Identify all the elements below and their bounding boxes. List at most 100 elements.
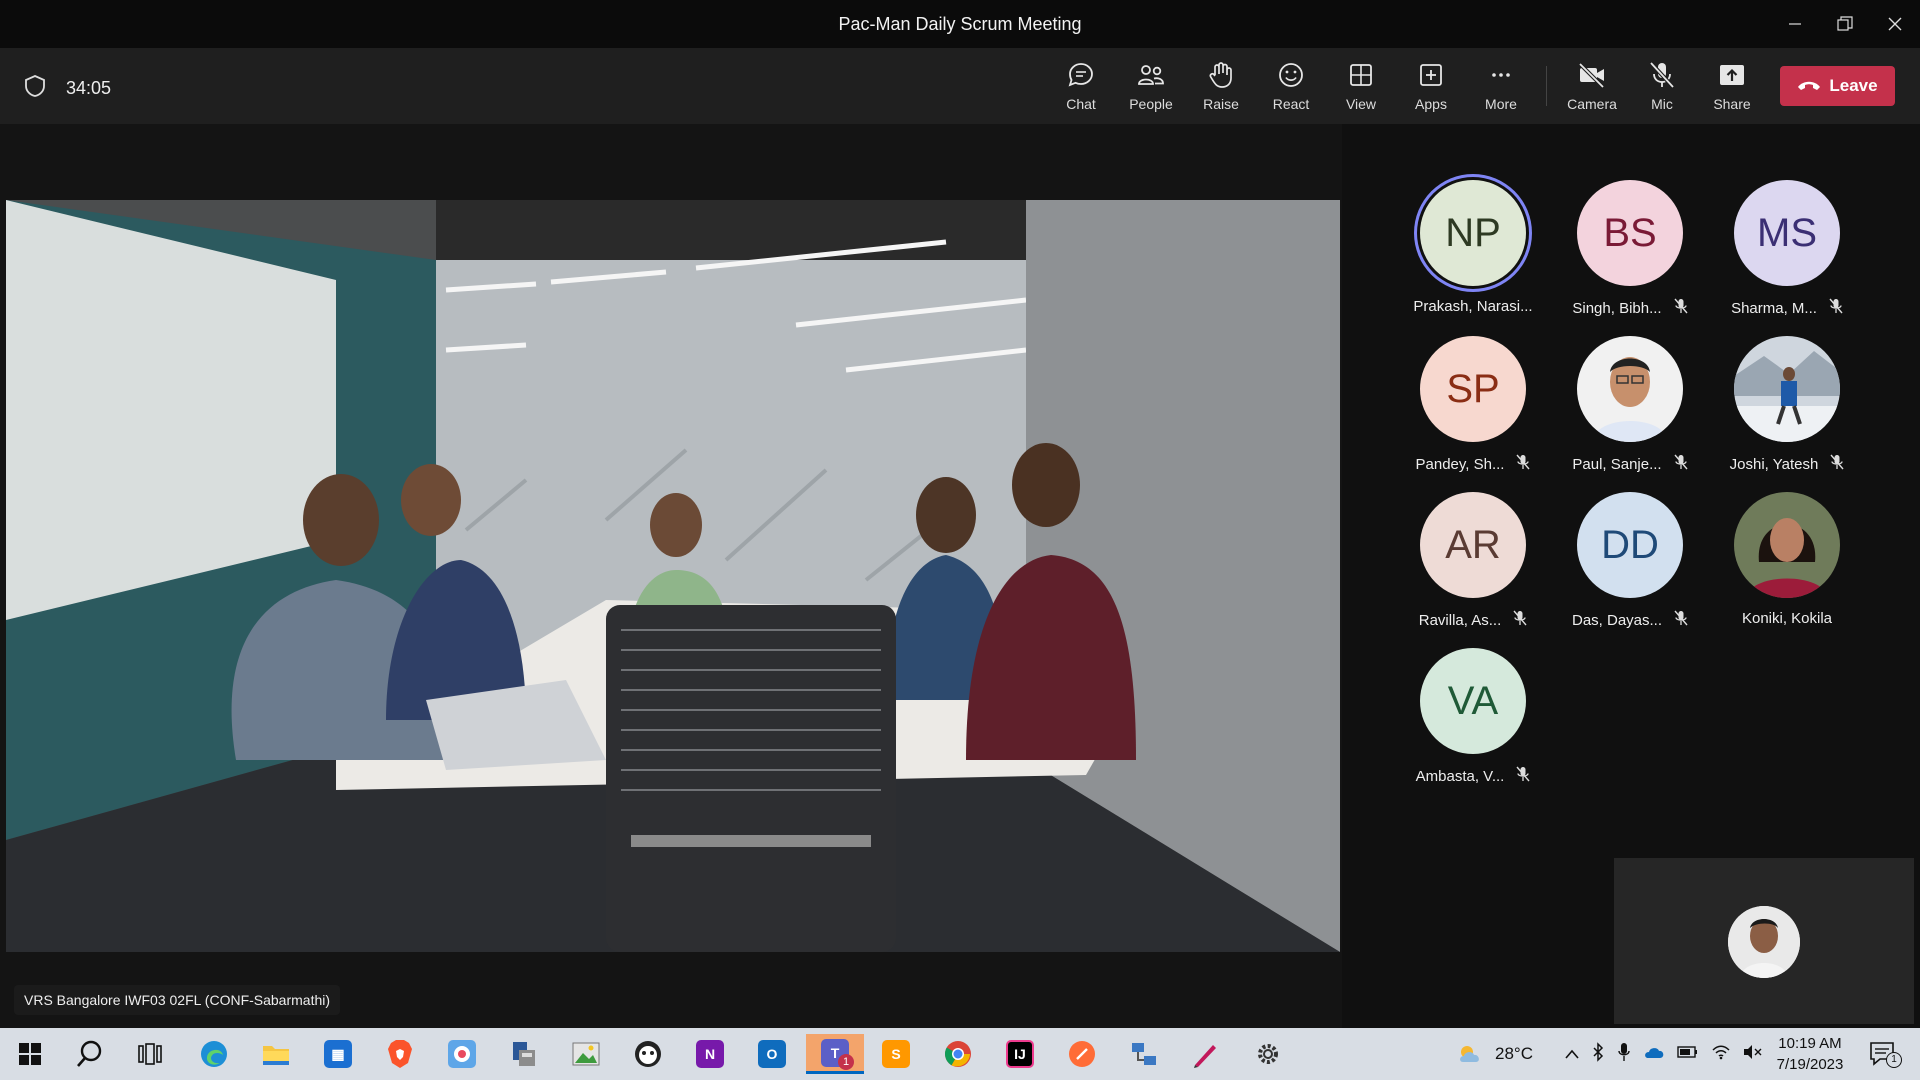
sublime-icon: S [882,1040,910,1068]
more-label: More [1485,96,1517,112]
notification-center-button[interactable]: 1 [1868,1028,1902,1080]
people-icon [1138,65,1164,85]
window-title: Pac-Man Daily Scrum Meeting [838,13,1082,34]
taskbar-chrome[interactable] [932,1034,984,1074]
leave-button[interactable]: Leave [1780,66,1895,106]
taskbar-intellij[interactable]: IJ [994,1034,1046,1074]
taskbar-outlook[interactable]: O [746,1034,798,1074]
taskbar-panda-app[interactable] [622,1034,674,1074]
room-name-label: VRS Bangalore IWF03 02FL (CONF-Sabarmath… [14,985,341,1015]
participant-tile[interactable]: MS Sharma, M... [1712,180,1862,330]
chat-label: Chat [1066,96,1096,112]
snip-icon [448,1040,476,1068]
mic-off-icon [1649,61,1675,89]
hand-icon [1209,62,1232,88]
taskbar-file-explorer[interactable] [250,1034,302,1074]
store-icon: ▦ [324,1040,352,1068]
participant-tile[interactable]: Joshi, Yatesh [1712,336,1862,486]
battery-icon[interactable] [1677,1044,1699,1064]
bluetooth-icon[interactable] [1591,1041,1605,1067]
taskbar-snipping[interactable] [436,1034,488,1074]
weather-widget[interactable]: 28°C [1455,1028,1533,1080]
participant-tile[interactable]: AR Ravilla, As... [1398,492,1548,642]
participant-avatar: BS [1577,180,1683,286]
weather-cloud-icon [1460,1046,1479,1062]
teams-badge: 1 [838,1054,854,1070]
self-view [1614,858,1914,1024]
mic-muted-icon [1513,610,1527,630]
taskbar-postman[interactable] [1056,1034,1108,1074]
panda-icon [635,1041,661,1067]
participant-initials: VA [1447,678,1499,723]
grid-icon [1350,64,1372,86]
share-icon [1720,65,1744,85]
weather-temp: 28°C [1495,1044,1533,1063]
taskbar-store[interactable]: ▦ [312,1034,364,1074]
onedrive-icon[interactable] [1643,1044,1665,1065]
taskbar-sublime[interactable]: S [870,1034,922,1074]
participant-tile[interactable]: NP Prakash, Narasi... [1398,180,1548,330]
chat-button[interactable]: Chat [1049,60,1113,116]
view-button[interactable]: View [1329,60,1393,116]
participant-tile[interactable]: DD Das, Dayas... [1555,492,1705,642]
participant-name: Pandey, Sh... [1415,455,1505,473]
participant-tile[interactable]: VA Ambasta, V... [1398,648,1548,798]
taskbar-teams[interactable]: T 1 [806,1034,864,1074]
phone-hangup-icon [1798,81,1821,90]
participant-name: Ambasta, V... [1415,767,1505,785]
close-button[interactable] [1870,0,1920,48]
taskbar-edge[interactable] [188,1034,240,1074]
participant-avatar: VA [1420,648,1526,754]
participant-tile[interactable]: Koniki, Kokila [1712,492,1862,642]
taskbar-settings[interactable] [1242,1034,1294,1074]
gear-icon [1258,1044,1278,1064]
participant-tile[interactable]: BS Singh, Bibh... [1555,180,1705,330]
microphone-tray-icon[interactable] [1617,1042,1631,1067]
edge-icon [201,1041,227,1067]
network-icon [1132,1043,1156,1065]
notification-badge: 1 [1886,1052,1902,1068]
title-bar: Pac-Man Daily Scrum Meeting [0,0,1920,48]
taskbar-onenote[interactable]: N [684,1034,736,1074]
share-button[interactable]: Share [1700,60,1764,116]
apps-button[interactable]: Apps [1399,60,1463,116]
restore-button[interactable] [1820,0,1870,48]
raise-hand-button[interactable]: Raise [1189,60,1253,116]
react-button[interactable]: React [1259,60,1323,116]
windows-logo-icon [19,1043,41,1065]
raise-label: Raise [1203,96,1239,112]
participant-avatar: SP [1420,336,1526,442]
participant-name: Ravilla, As... [1418,611,1502,629]
participant-name: Sharma, M... [1731,299,1817,317]
taskbar-image-viewer[interactable] [560,1034,612,1074]
start-button[interactable] [4,1034,56,1074]
people-button[interactable]: People [1119,60,1183,116]
more-button[interactable]: More [1469,60,1533,116]
camera-off-icon [1578,62,1605,89]
wifi-icon[interactable] [1711,1044,1731,1065]
clock-time: 10:19 AM [1778,1035,1842,1052]
participant-avatar [1734,492,1840,598]
task-view-icon [138,1043,162,1065]
participant-tile[interactable]: Paul, Sanje... [1555,336,1705,486]
chevron-up-icon[interactable] [1565,1044,1579,1064]
task-view-button[interactable] [124,1034,176,1074]
shield-icon [24,74,46,103]
mic-muted-icon [1516,766,1530,786]
taskbar-pen-app[interactable] [1180,1034,1232,1074]
system-clock[interactable]: 10:19 AM 7/19/2023 [1760,1033,1860,1075]
taskbar-app-scanner[interactable] [498,1034,550,1074]
mic-muted-icon [1516,454,1531,474]
minimize-button[interactable] [1770,0,1820,48]
participant-initials: AR [1445,522,1501,567]
taskbar-network-app[interactable] [1118,1034,1170,1074]
mic-button[interactable]: Mic [1630,60,1694,116]
participant-name: Prakash, Narasi... [1413,298,1533,315]
participant-tile[interactable]: SP Pandey, Sh... [1398,336,1548,486]
taskbar-brave[interactable] [374,1034,426,1074]
participant-name: Joshi, Yatesh [1729,455,1819,473]
search-button[interactable] [64,1034,116,1074]
scanner-icon [513,1042,535,1066]
system-tray [1565,1028,1763,1080]
camera-button[interactable]: Camera [1560,60,1624,116]
